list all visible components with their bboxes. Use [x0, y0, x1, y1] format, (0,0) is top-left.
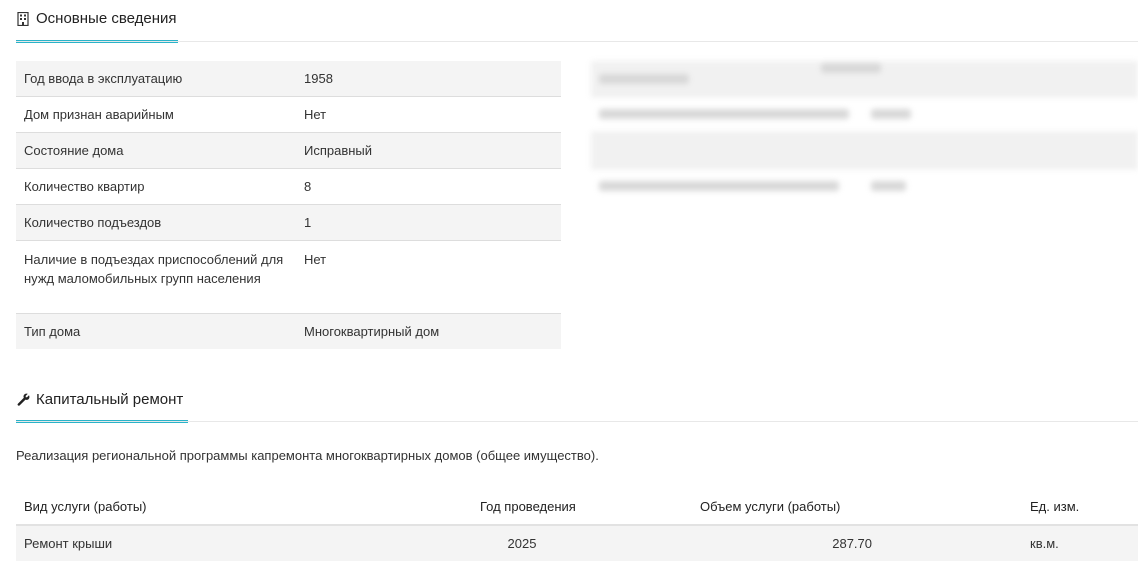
row-value: 8	[296, 168, 561, 205]
column-header-unit: Ед. изм.	[1022, 489, 1138, 526]
section-repair-title-text: Капитальный ремонт	[36, 391, 184, 408]
section-basic-title[interactable]: Основные сведения	[16, 10, 177, 27]
row-value: 1958	[296, 61, 561, 97]
cell-year: 2025	[472, 525, 692, 561]
table-row: Состояние дома Исправный	[16, 132, 561, 169]
column-header-volume: Объем услуги (работы)	[692, 489, 1022, 526]
table-row: Наличие в подъездах приспособлений для н…	[16, 240, 561, 314]
building-icon	[16, 11, 30, 27]
section-basic-divider	[16, 41, 1138, 42]
table-row: Дом признан аварийным Нет	[16, 96, 561, 133]
row-label: Состояние дома	[16, 132, 296, 169]
column-header-service: Вид услуги (работы)	[16, 489, 472, 526]
row-label: Год ввода в эксплуатацию	[16, 61, 296, 97]
repair-description: Реализация региональной программы капрем…	[16, 448, 599, 463]
row-label: Дом признан аварийным	[16, 96, 296, 133]
row-label: Количество подъездов	[16, 204, 296, 241]
section-repair-divider	[16, 421, 1138, 422]
row-value: Исправный	[296, 132, 561, 169]
table-row: Количество квартир 8	[16, 168, 561, 205]
cell-unit: кв.м.	[1022, 525, 1138, 561]
row-value: Нет	[304, 252, 327, 267]
row-label: Тип дома	[16, 313, 296, 349]
table-row: Количество подъездов 1	[16, 204, 561, 241]
repair-table: Вид услуги (работы) Год проведения Объем…	[16, 489, 1138, 561]
section-repair-title[interactable]: Капитальный ремонт	[16, 391, 183, 408]
column-header-year: Год проведения	[472, 489, 692, 526]
cell-volume: 287.70	[692, 525, 1022, 561]
wrench-icon	[16, 392, 30, 408]
row-value: 1	[296, 204, 561, 241]
row-label: Количество квартир	[16, 168, 296, 205]
row-value: Многоквартирный дом	[296, 313, 561, 349]
table-header-row: Вид услуги (работы) Год проведения Объем…	[16, 489, 1138, 526]
row-label: Наличие в подъездах приспособлений для н…	[24, 252, 284, 286]
table-row: Тип дома Многоквартирный дом	[16, 313, 561, 349]
table-row: Год ввода в эксплуатацию 1958	[16, 61, 561, 97]
row-value: Нет	[296, 96, 561, 133]
cell-service: Ремонт крыши	[16, 525, 472, 561]
obscured-info-panel	[591, 61, 1138, 201]
section-basic-title-text: Основные сведения	[36, 10, 177, 27]
table-row: Ремонт крыши 2025 287.70 кв.м.	[16, 525, 1138, 561]
basic-info-table: Год ввода в эксплуатацию 1958 Дом призна…	[16, 61, 561, 349]
